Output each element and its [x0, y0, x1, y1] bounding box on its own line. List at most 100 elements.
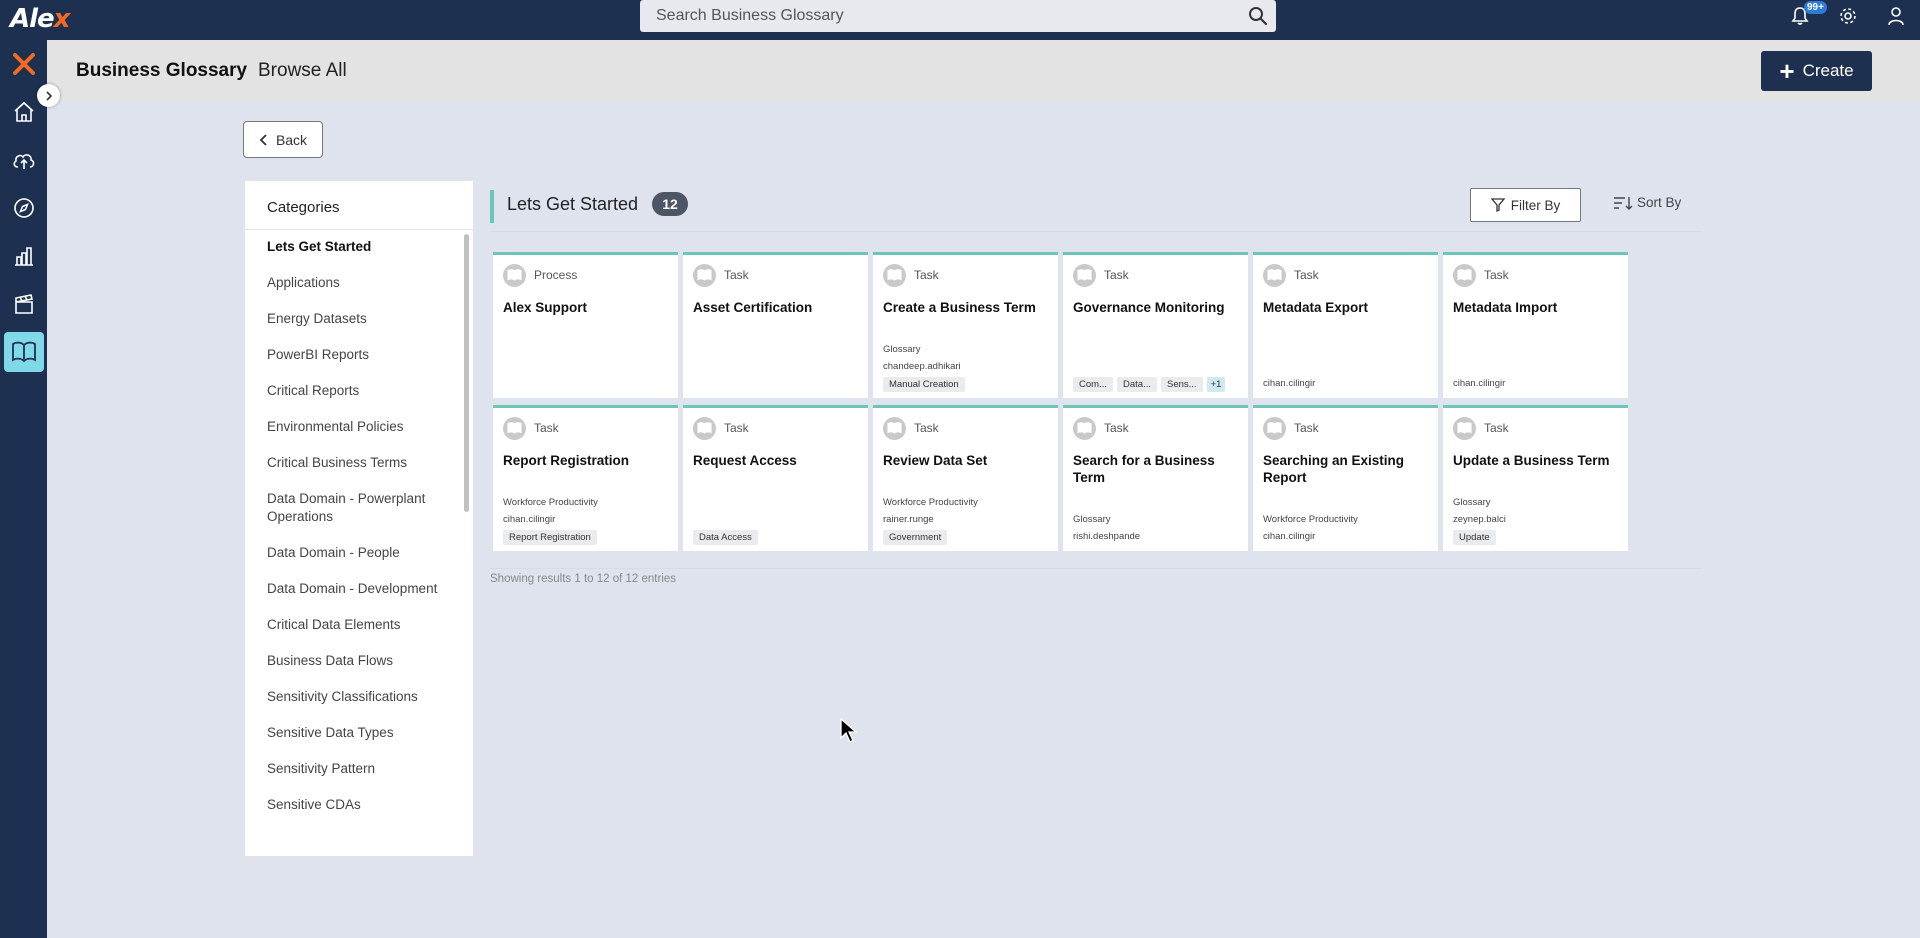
glossary-card[interactable]: Task Review Data Set Workforce Productivit…: [873, 405, 1058, 551]
category-item[interactable]: Sensitivity Pattern: [245, 760, 473, 778]
card-title[interactable]: Alex Support: [503, 299, 668, 316]
bar-chart-icon: [14, 247, 33, 266]
user-profile-button[interactable]: [1872, 0, 1920, 32]
plus-icon: +: [1779, 56, 1795, 86]
glossary-card[interactable]: Process Alex Support: [493, 252, 678, 398]
page-subtitle: Browse All: [258, 60, 347, 81]
create-button[interactable]: + Create: [1761, 51, 1872, 91]
card-type-label: Task: [1484, 421, 1509, 435]
notifications-button[interactable]: 99+: [1776, 0, 1827, 32]
book-icon: [1073, 263, 1096, 287]
card-type-label: Task: [724, 268, 749, 282]
card-owner: rainer.runge: [883, 514, 934, 525]
mouse-cursor-icon: [840, 718, 858, 743]
open-book-icon: [12, 341, 36, 363]
card-title[interactable]: Asset Certification: [693, 299, 858, 316]
chevron-right-icon: [45, 90, 52, 101]
glossary-card[interactable]: Task Create a Business Term Glossary chande…: [873, 252, 1058, 398]
glossary-card[interactable]: Task Metadata Import cihan.cilingir: [1443, 252, 1628, 398]
search-icon[interactable]: [1248, 6, 1268, 31]
sidebar-item-media[interactable]: [0, 280, 47, 328]
card-domain: Glossary: [1453, 497, 1491, 508]
sort-by-label: Sort By: [1637, 195, 1682, 210]
card-tag[interactable]: Sens...: [1160, 377, 1203, 392]
card-meta: Workforce Productivity cihan.cilingir Repo…: [503, 494, 672, 545]
card-tag[interactable]: Update: [1453, 530, 1496, 545]
glossary-card[interactable]: Task Metadata Export cihan.cilingir: [1253, 252, 1438, 398]
category-item[interactable]: Energy Datasets: [245, 310, 473, 328]
category-item[interactable]: Applications: [245, 274, 473, 292]
card-type-row: Task: [883, 416, 1048, 440]
card-type-row: Task: [883, 263, 1048, 287]
card-type-label: Task: [1294, 421, 1319, 435]
category-item[interactable]: Sensitivity Classifications: [245, 688, 473, 706]
card-title[interactable]: Search for a Business Term: [1073, 452, 1238, 486]
card-title[interactable]: Request Access: [693, 452, 858, 469]
category-item[interactable]: Critical Data Elements: [245, 616, 473, 634]
categories-scrollbar[interactable]: [464, 234, 469, 512]
card-tag[interactable]: Manual Creation: [883, 377, 965, 392]
card-type-label: Task: [1294, 268, 1319, 282]
glossary-card[interactable]: Task Report Registration Workforce Product…: [493, 405, 678, 551]
more-tags-badge[interactable]: +1: [1206, 377, 1226, 392]
glossary-card[interactable]: Task Governance Monitoring Com... Data... Se…: [1063, 252, 1248, 398]
logo-x: x: [53, 4, 71, 34]
card-title[interactable]: Searching an Existing Report: [1263, 452, 1428, 486]
book-icon: [1453, 263, 1476, 287]
book-icon: [1263, 263, 1286, 287]
card-domain: Glossary: [1073, 514, 1111, 525]
card-domain: Workforce Productivity: [883, 497, 978, 508]
category-item[interactable]: Sensitive Data Types: [245, 724, 473, 742]
category-item[interactable]: Data Domain - People: [245, 544, 473, 562]
card-title[interactable]: Metadata Export: [1263, 299, 1428, 316]
sidebar-item-business-glossary[interactable]: [4, 332, 44, 372]
card-tags: Government: [883, 530, 1052, 545]
category-item[interactable]: PowerBI Reports: [245, 346, 473, 364]
card-tag[interactable]: Data Access: [693, 530, 758, 545]
card-meta: Workforce Productivity cihan.cilingir: [1263, 511, 1432, 545]
card-type-label: Process: [534, 268, 578, 282]
settings-button[interactable]: [1824, 0, 1872, 32]
glossary-card[interactable]: Task Asset Certification: [683, 252, 868, 398]
card-tag[interactable]: Government: [883, 530, 948, 545]
card-title[interactable]: Review Data Set: [883, 452, 1048, 469]
card-title[interactable]: Governance Monitoring: [1073, 299, 1238, 316]
card-owner: cihan.cilingir: [1263, 531, 1316, 542]
sidebar-item-analytics[interactable]: [0, 232, 47, 280]
category-item[interactable]: Data Domain - Powerplant Operations: [245, 490, 473, 526]
category-item[interactable]: Lets Get Started: [245, 238, 473, 256]
category-item[interactable]: Data Domain - Development: [245, 580, 473, 598]
alex-logo[interactable]: Alex: [10, 2, 71, 36]
filter-by-button[interactable]: Filter By: [1470, 188, 1581, 222]
category-item[interactable]: Critical Reports: [245, 382, 473, 400]
card-tag[interactable]: Report Registration: [503, 530, 597, 545]
card-owner: cihan.cilingir: [1453, 378, 1506, 389]
app-switcher-button[interactable]: [0, 40, 47, 88]
card-title[interactable]: Report Registration: [503, 452, 668, 469]
book-icon: [883, 263, 906, 287]
card-meta: Glossary zeynep.balci Update: [1453, 494, 1622, 545]
sidebar-expand-button[interactable]: [37, 84, 60, 107]
glossary-card[interactable]: Task Search for a Business Term Glossary ri…: [1063, 405, 1248, 551]
card-tags: Update: [1453, 530, 1622, 545]
card-type-label: Task: [1484, 268, 1509, 282]
glossary-cards-grid: Process Alex Support Task Asset Certificati…: [493, 252, 1633, 551]
glossary-card[interactable]: Task Searching an Existing Report Workforc…: [1253, 405, 1438, 551]
back-button[interactable]: Back: [243, 121, 323, 158]
card-title[interactable]: Update a Business Term: [1453, 452, 1618, 469]
category-item[interactable]: Sensitive CDAs: [245, 796, 473, 814]
glossary-card[interactable]: Task Update a Business Term Glossary zeynep…: [1443, 405, 1628, 551]
card-title[interactable]: Metadata Import: [1453, 299, 1618, 316]
card-title[interactable]: Create a Business Term: [883, 299, 1048, 316]
category-item[interactable]: Business Data Flows: [245, 652, 473, 670]
sort-by-button[interactable]: Sort By: [1613, 195, 1681, 210]
category-item[interactable]: Environmental Policies: [245, 418, 473, 436]
sidebar-item-upload[interactable]: [0, 136, 47, 184]
card-tag[interactable]: Data...: [1116, 377, 1157, 392]
search-input[interactable]: [640, 0, 1276, 32]
glossary-card[interactable]: Task Request Access Data Access: [683, 405, 868, 551]
category-item[interactable]: Critical Business Terms: [245, 454, 473, 472]
sidebar-item-explore[interactable]: [0, 184, 47, 232]
result-count-badge: 12: [652, 192, 688, 216]
card-tag[interactable]: Com...: [1073, 377, 1113, 392]
